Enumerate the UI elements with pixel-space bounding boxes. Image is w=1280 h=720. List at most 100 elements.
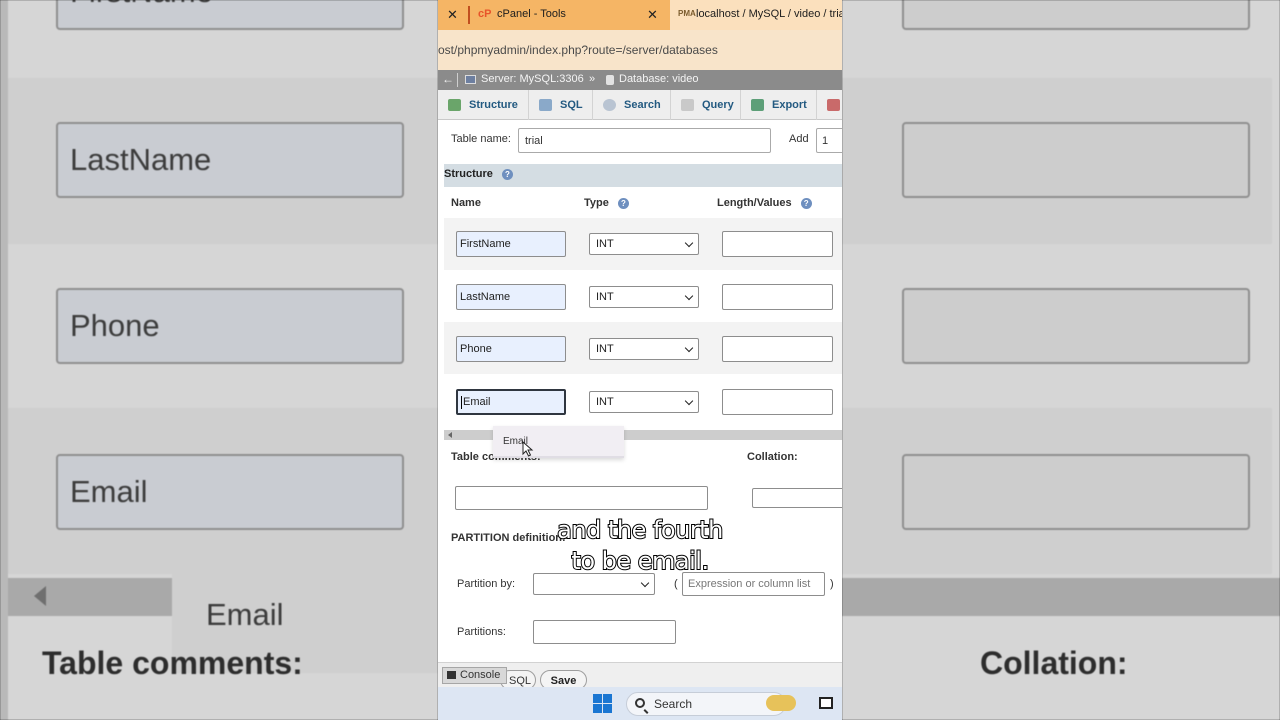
caption-line-1: and the fourth <box>556 515 724 545</box>
address-bar[interactable]: ost/phpmyadmin/index.php?route=/server/d… <box>438 30 842 70</box>
background-field-email: Email <box>56 454 404 530</box>
column-header-type-text: Type <box>584 197 609 209</box>
column-length-input[interactable] <box>722 231 833 257</box>
close-tab-icon[interactable]: ✕ <box>447 7 458 23</box>
tab-phpmyadmin[interactable]: PMA localhost / MySQL / video / trial <box>670 0 842 30</box>
tab-phpmyadmin-label: localhost / MySQL / video / trial <box>696 8 842 20</box>
menu-sql-label: SQL <box>560 99 583 111</box>
mouse-cursor-icon <box>522 441 534 457</box>
column-name-input[interactable]: LastName <box>456 284 566 310</box>
table-name-input[interactable]: trial <box>518 128 771 153</box>
help-icon[interactable]: ? <box>800 197 812 209</box>
phpmyadmin-window: ✕ cP cPanel - Tools ✕ PMA localhost / My… <box>438 0 842 720</box>
chevron-down-icon <box>684 238 694 247</box>
server-icon <box>465 75 476 84</box>
column-length-input[interactable] <box>722 284 833 310</box>
help-icon[interactable]: ? <box>501 168 513 180</box>
column-name-value: Email <box>463 396 491 408</box>
chevron-down-icon <box>684 291 694 300</box>
column-length-input[interactable] <box>722 389 833 415</box>
console-tab[interactable]: Console <box>442 667 508 684</box>
chevron-down-icon <box>640 578 650 587</box>
text-caret <box>461 395 462 409</box>
column-length-input[interactable] <box>722 336 833 362</box>
column-type-value: INT <box>596 238 614 250</box>
autocomplete-suggestion[interactable]: Email <box>493 426 624 458</box>
column-name-input[interactable]: FirstName <box>456 231 566 257</box>
windows-start-icon[interactable] <box>593 694 612 713</box>
query-icon <box>681 99 694 111</box>
menu-export-label: Export <box>772 99 807 111</box>
column-type-select[interactable]: INT <box>589 286 699 308</box>
background-scrollbar <box>842 578 1280 616</box>
structure-icon <box>448 99 461 111</box>
column-type-select[interactable]: INT <box>589 391 699 413</box>
menu-query-label: Query <box>702 99 734 111</box>
chevron-down-icon <box>684 396 694 405</box>
column-type-value: INT <box>596 396 614 408</box>
menu-search[interactable]: Search <box>593 90 671 120</box>
background-length-field <box>902 288 1250 364</box>
tab-cpanel-tools[interactable]: cPanel - Tools <box>497 8 566 20</box>
cpanel-icon: cP <box>478 8 492 20</box>
column-row: FirstName INT <box>444 218 842 270</box>
database-icon <box>606 75 614 85</box>
partition-expression-input[interactable]: Expression or column list <box>682 572 825 596</box>
windows-taskbar: Search <box>438 687 842 720</box>
caption-line-2: to be email. <box>570 546 710 576</box>
breadcrumb: ← Server: MySQL:3306 » Database: video <box>438 70 842 90</box>
column-type-select[interactable]: INT <box>589 233 699 255</box>
background-length-field <box>902 454 1250 530</box>
background-field-phone: Phone <box>56 288 404 364</box>
column-type-value: INT <box>596 343 614 355</box>
taskbar-search-label: Search <box>654 697 693 711</box>
column-name-input-focused[interactable]: Email <box>456 389 566 415</box>
structure-title-text: Structure <box>444 168 493 180</box>
menu-export[interactable]: Export <box>741 90 817 120</box>
browser-tab-bar: ✕ cP cPanel - Tools ✕ PMA localhost / My… <box>438 0 842 30</box>
table-name-label: Table name: <box>451 133 511 145</box>
menu-query[interactable]: Query <box>671 90 741 120</box>
taskbar-search[interactable]: Search <box>626 692 786 716</box>
table-comments-input[interactable] <box>455 486 708 510</box>
chevron-down-icon <box>684 343 694 352</box>
column-row: Email INT <box>444 374 842 426</box>
partition-by-select[interactable] <box>533 573 655 595</box>
collapse-arrow-icon[interactable]: ← <box>442 72 454 86</box>
menu-import[interactable] <box>817 90 842 120</box>
partition-by-label: Partition by: <box>457 578 516 590</box>
search-icon <box>603 99 616 111</box>
background-length-field <box>902 122 1250 198</box>
background-scroll-arrow <box>34 586 46 606</box>
background-field-firstname: FirstName <box>56 0 404 30</box>
database-menu: Structure SQL Search Query Export <box>438 90 842 120</box>
background-length-field <box>902 0 1250 30</box>
structure-header: Structure ? <box>444 164 842 187</box>
close-tab-icon[interactable]: ✕ <box>647 7 658 23</box>
import-icon <box>827 99 840 111</box>
breadcrumb-server[interactable]: Server: MySQL:3306 <box>481 73 584 85</box>
help-icon[interactable]: ? <box>617 197 629 209</box>
phpmyadmin-icon: PMA <box>678 9 696 18</box>
breadcrumb-database[interactable]: Database: video <box>619 73 699 85</box>
tab-divider <box>468 6 470 24</box>
breadcrumb-divider <box>457 73 458 87</box>
export-icon <box>751 99 764 111</box>
partitions-input[interactable] <box>533 620 676 644</box>
column-header-name: Name <box>451 197 481 209</box>
column-type-select[interactable]: INT <box>589 338 699 360</box>
task-view-icon[interactable] <box>819 697 833 709</box>
menu-structure[interactable]: Structure <box>438 90 529 120</box>
column-row: LastName INT <box>444 270 842 322</box>
open-paren: ( <box>674 578 678 590</box>
console-label: Console <box>460 669 501 681</box>
scroll-left-icon[interactable] <box>448 432 452 438</box>
menu-sql[interactable]: SQL <box>529 90 593 120</box>
background-table-comments-label: Table comments: <box>42 645 303 681</box>
widget-icon[interactable] <box>766 695 796 711</box>
menu-structure-label: Structure <box>469 99 518 111</box>
collation-select[interactable] <box>752 488 842 508</box>
column-name-input[interactable]: Phone <box>456 336 566 362</box>
structure-title: Structure ? <box>444 168 513 180</box>
add-columns-input[interactable]: 1 <box>816 128 842 153</box>
